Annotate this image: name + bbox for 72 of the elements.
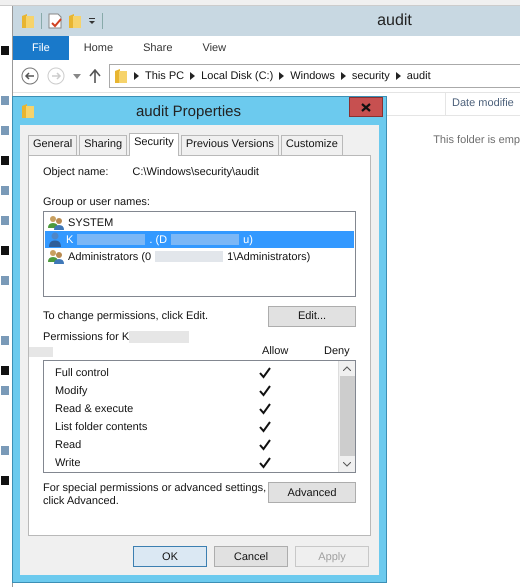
- scrollbar[interactable]: [338, 361, 355, 472]
- object-name-label: Object name:: [43, 166, 108, 178]
- ribbon-tab[interactable]: File: [13, 36, 69, 60]
- permissions-label: Permissions for K: [43, 331, 130, 343]
- chevron-icon[interactable]: [134, 72, 139, 80]
- advanced-button[interactable]: Advanced: [268, 482, 356, 503]
- caret-icon[interactable]: [73, 74, 81, 78]
- user-name-text: SYSTEM: [68, 216, 114, 228]
- chevron-icon[interactable]: [340, 72, 346, 80]
- tab[interactable]: Previous Versions: [180, 135, 279, 155]
- empty-folder-message: This folder is emp: [433, 134, 520, 146]
- user-name-text: . (D: [149, 234, 168, 246]
- permission-name: Modify: [55, 385, 88, 397]
- chevron-icon[interactable]: [190, 72, 196, 80]
- redaction-mark: [129, 331, 190, 343]
- ribbon-tab[interactable]: View: [187, 36, 242, 60]
- window-title: audit: [376, 12, 413, 30]
- scroll-up-icon[interactable]: [343, 366, 351, 371]
- chevron-icon[interactable]: [279, 72, 284, 80]
- dialog-button[interactable]: OK: [133, 546, 207, 567]
- redaction-mark: [171, 234, 240, 245]
- edit-button[interactable]: Edit...: [268, 306, 356, 326]
- redaction-mark: [155, 251, 224, 262]
- folder-icon: [114, 68, 128, 84]
- scroll-thumb[interactable]: [340, 376, 354, 456]
- breadcrumb-item[interactable]: This PC: [145, 70, 184, 82]
- new-folder-icon: [68, 13, 82, 29]
- ribbon-tab[interactable]: Home: [68, 36, 128, 60]
- user-group-icon: [48, 215, 64, 230]
- properties-icon: [48, 13, 62, 29]
- breadcrumb-item[interactable]: Local Disk (C:): [201, 70, 274, 82]
- column-header[interactable]: Date modifie: [445, 93, 520, 115]
- breadcrumb-item[interactable]: Windows: [290, 70, 335, 82]
- redaction-mark: [29, 347, 53, 357]
- folder-icon: [21, 103, 35, 119]
- change-permissions-hint: To change permissions, click Edit.: [43, 310, 208, 322]
- user-list-item[interactable]: SYSTEM: [45, 214, 354, 231]
- group-list-label: Group or user names:: [43, 196, 151, 208]
- deny-header: Deny: [324, 345, 350, 357]
- user-group-icon: [48, 249, 64, 264]
- close-icon: [361, 102, 371, 112]
- ribbon-tab[interactable]: Share: [128, 36, 188, 60]
- user-icon: [48, 232, 62, 247]
- dialog-button[interactable]: Cancel: [214, 546, 288, 567]
- folder-icon: [21, 13, 35, 29]
- permission-name: List folder contents: [55, 421, 148, 433]
- chevron-icon[interactable]: [396, 72, 401, 80]
- breadcrumb-item[interactable]: audit: [406, 70, 431, 82]
- user-name-text: 1\Administrators): [227, 250, 310, 262]
- permission-name: Read: [55, 439, 82, 451]
- dialog-title: audit Properties: [134, 102, 242, 120]
- user-name-text: K: [66, 234, 74, 246]
- tab[interactable]: Customize: [280, 135, 343, 155]
- permission-name: Full control: [55, 367, 110, 379]
- tab[interactable]: Security: [129, 133, 179, 156]
- tab[interactable]: Sharing: [79, 135, 128, 155]
- allow-header: Allow: [262, 345, 290, 357]
- object-path: C:\Windows\security\audit: [132, 166, 259, 178]
- up-arrow-icon[interactable]: [89, 69, 101, 83]
- redaction-mark: [77, 234, 146, 245]
- back-icon[interactable]: [21, 67, 39, 85]
- user-name-text: Administrators (0: [68, 250, 152, 262]
- dropdown-icon[interactable]: [88, 17, 96, 25]
- tab[interactable]: General: [28, 135, 78, 155]
- advanced-hint: For special permissions or advanced settings, click Advanced.: [43, 482, 268, 508]
- user-list-item[interactable]: Administrators (0 1\Administrators): [45, 248, 354, 265]
- breadcrumb-item[interactable]: security: [352, 70, 390, 82]
- scroll-down-icon[interactable]: [343, 462, 351, 467]
- user-name-text: u): [243, 234, 253, 246]
- permission-name: Write: [55, 457, 82, 469]
- permission-name: Read & execute: [55, 403, 134, 415]
- close-button[interactable]: [349, 97, 383, 117]
